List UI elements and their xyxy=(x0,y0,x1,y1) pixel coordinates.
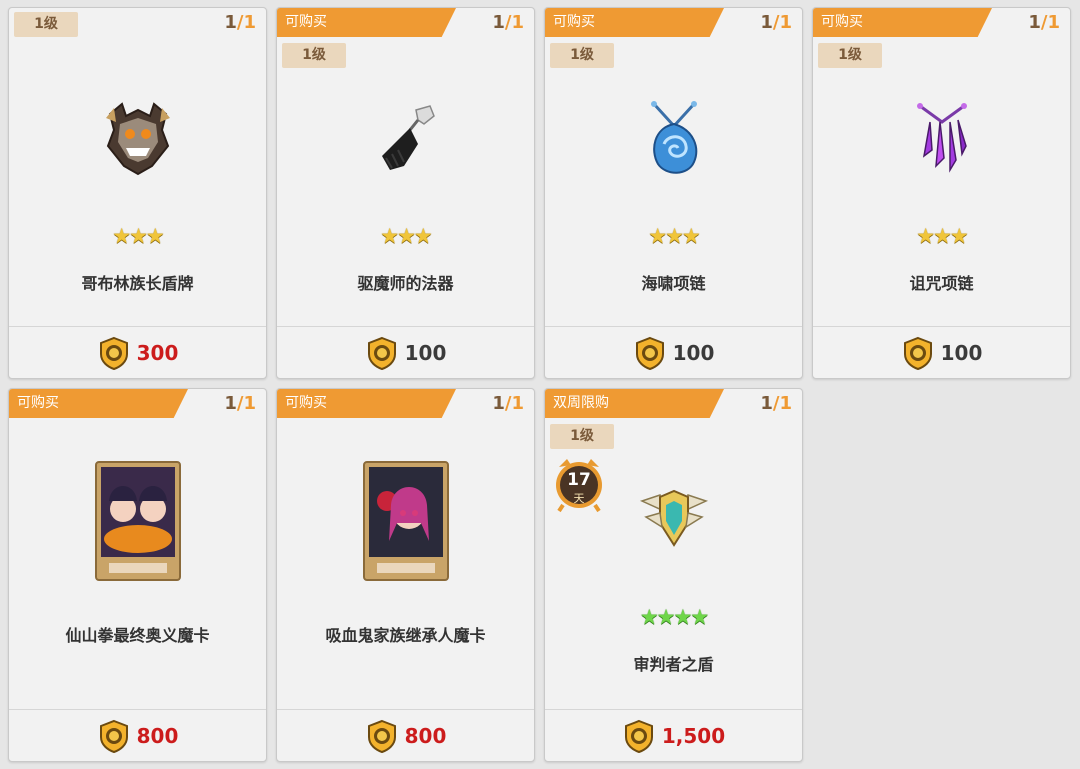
guild-coin-icon xyxy=(367,719,396,753)
item-name: 哥布林族长盾牌 xyxy=(81,274,194,293)
star-rating: ★★★ xyxy=(380,224,432,248)
timer-unit: 天 xyxy=(573,492,585,505)
goblin-shield-icon xyxy=(102,100,174,184)
guild-coin-icon xyxy=(99,719,128,753)
item-name: 吸血鬼家族继承人魔卡 xyxy=(325,626,486,645)
item-name: 海啸项链 xyxy=(641,274,706,293)
purchase-count: 1/1 xyxy=(760,12,792,33)
availability-banner: 可购买 xyxy=(277,389,456,418)
vampire-heir-card-icon xyxy=(362,461,449,585)
item-price: 300 xyxy=(136,340,179,365)
availability-banner: 可购买 xyxy=(813,8,992,37)
shop-item-card[interactable]: 双周限购 1/1 1级 17 天 ★★★★ 审判者之盾 1,500 xyxy=(544,388,803,762)
limited-time-timer: 17 天 xyxy=(553,457,605,513)
blue-shell-necklace-icon xyxy=(644,100,704,184)
guild-coin-icon xyxy=(903,336,932,370)
twin-fighters-card-icon xyxy=(94,461,181,585)
shop-item-card[interactable]: 可购买 1/1 吸血鬼家族继承人魔卡 800 xyxy=(276,388,535,762)
star-rating: ★★★★ xyxy=(639,605,709,629)
price-button[interactable]: 800 xyxy=(9,709,266,761)
availability-banner: 双周限购 xyxy=(545,389,724,418)
price-button[interactable]: 1,500 xyxy=(545,709,802,761)
shop-item-card[interactable]: 可购买 1/1 1级 ★★★ 诅咒项链 100 xyxy=(812,7,1071,379)
item-price: 100 xyxy=(404,340,447,365)
purchase-count: 1/1 xyxy=(224,12,256,33)
star-rating: ★★★ xyxy=(916,224,968,248)
availability-banner: 可购买 xyxy=(9,389,188,418)
item-name: 诅咒项链 xyxy=(909,274,974,293)
price-button[interactable]: 800 xyxy=(277,709,534,761)
black-tassel-icon xyxy=(370,104,442,180)
item-price: 100 xyxy=(940,340,983,365)
guild-coin-icon xyxy=(624,719,653,753)
shop-item-card[interactable]: 可购买 1/1 1级 ★★★ 海啸项链 100 xyxy=(544,7,803,379)
item-name: 仙山拳最终奥义魔卡 xyxy=(65,626,210,645)
price-button[interactable]: 100 xyxy=(277,326,534,378)
price-button[interactable]: 100 xyxy=(813,326,1070,378)
shop-item-card[interactable]: 可购买 1/1 仙山拳最终奥义魔卡 800 xyxy=(8,388,267,762)
shop-item-card[interactable]: 1级 1/1 ★★★ 哥布林族长盾牌 300 xyxy=(8,7,267,379)
level-badge: 1级 xyxy=(818,43,882,68)
purchase-count: 1/1 xyxy=(492,393,524,414)
guild-coin-icon xyxy=(635,336,664,370)
timer-value: 17 xyxy=(567,470,591,490)
purchase-count: 1/1 xyxy=(760,393,792,414)
item-price: 100 xyxy=(672,340,715,365)
shop-item-card[interactable]: 可购买 1/1 1级 ★★★ 驱魔师的法器 100 xyxy=(276,7,535,379)
purchase-count: 1/1 xyxy=(492,12,524,33)
level-badge: 1级 xyxy=(14,12,78,37)
availability-banner: 可购买 xyxy=(545,8,724,37)
item-name: 驱魔师的法器 xyxy=(357,274,454,293)
level-badge: 1级 xyxy=(550,424,614,449)
item-price: 1,500 xyxy=(661,723,726,748)
level-badge: 1级 xyxy=(282,43,346,68)
price-button[interactable]: 100 xyxy=(545,326,802,378)
winged-crest-icon xyxy=(638,487,710,559)
availability-banner: 可购买 xyxy=(277,8,456,37)
item-price: 800 xyxy=(136,723,179,748)
purchase-count: 1/1 xyxy=(1028,12,1060,33)
item-name: 审判者之盾 xyxy=(633,655,714,674)
guild-coin-icon xyxy=(99,336,128,370)
star-rating: ★★★ xyxy=(648,224,700,248)
item-price: 800 xyxy=(404,723,447,748)
purchase-count: 1/1 xyxy=(224,393,256,414)
purple-claw-necklace-icon xyxy=(912,100,972,184)
level-badge: 1级 xyxy=(550,43,614,68)
guild-coin-icon xyxy=(367,336,396,370)
star-rating: ★★★ xyxy=(112,224,164,248)
price-button[interactable]: 300 xyxy=(9,326,266,378)
